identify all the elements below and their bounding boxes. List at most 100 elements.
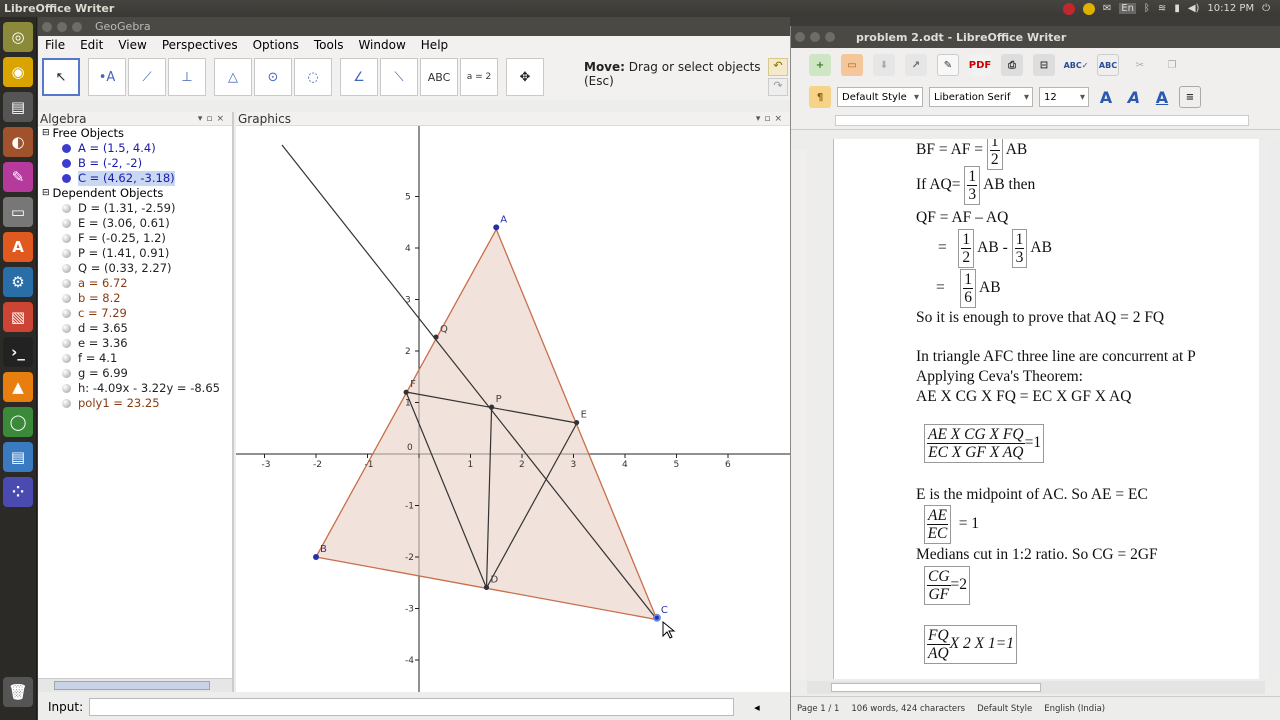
cut-icon[interactable]: ✂ [1129, 54, 1151, 76]
record-icon[interactable] [1062, 2, 1075, 15]
mail-icon[interactable]: ✉ [1103, 3, 1111, 14]
text-tool-icon[interactable]: ABC [420, 58, 458, 96]
algebra-item[interactable]: g = 6.99 [38, 366, 232, 381]
bold-icon[interactable]: A [1095, 86, 1117, 108]
bluetooth-icon[interactable]: ᛒ [1144, 3, 1150, 14]
point-tool-icon[interactable]: •A [88, 58, 126, 96]
algebra-item[interactable]: h: -4.09x - 3.22y = -8.65 [38, 381, 232, 396]
power-icon[interactable]: ⏻ [1262, 3, 1270, 14]
document-page[interactable]: BF = AF = 12 AB If AQ= 13 AB then QF = A… [833, 139, 1259, 679]
document-vscrollbar[interactable] [1268, 139, 1280, 679]
algebra-item[interactable]: f = 4.1 [38, 351, 232, 366]
status-words[interactable]: 106 words, 424 characters [851, 704, 965, 714]
wifi-icon[interactable]: ≋ [1158, 3, 1166, 14]
settings-icon[interactable]: ⚙ [3, 267, 33, 297]
dash-icon[interactable]: ◎ [3, 22, 33, 52]
algebra-item[interactable]: d = 3.65 [38, 321, 232, 336]
status-page[interactable]: Page 1 / 1 [797, 704, 839, 714]
export-icon[interactable]: ↗ [905, 54, 927, 76]
font-name-select[interactable]: Liberation Serif [929, 87, 1033, 107]
line-tool-icon[interactable]: ⟋ [128, 58, 166, 96]
files-icon[interactable]: ▤ [3, 92, 33, 122]
free-objects-node[interactable]: ⊟ Free Objects [38, 126, 232, 141]
autospell-icon[interactable]: ABC [1097, 54, 1119, 76]
slider-tool-icon[interactable]: a = 2 [460, 58, 498, 96]
workspaces-icon[interactable]: ⁘ [3, 477, 33, 507]
menu-window[interactable]: Window [351, 38, 413, 52]
dependent-objects-node[interactable]: ⊟ Dependent Objects [38, 186, 232, 201]
algebra-item[interactable]: Q = (0.33, 2.27) [38, 261, 232, 276]
menu-view[interactable]: View [111, 38, 154, 52]
algebra-item[interactable]: A = (1.5, 4.4) [38, 141, 232, 156]
maximize-icon[interactable] [825, 32, 835, 42]
reflect-tool-icon[interactable]: ⟍ [380, 58, 418, 96]
close-icon[interactable] [42, 21, 52, 32]
edit-mode-icon[interactable]: ✎ [937, 54, 959, 76]
font-size-select[interactable]: 12 [1039, 87, 1089, 107]
battery-icon[interactable]: ▮ [1174, 3, 1180, 14]
pdf-icon[interactable]: ▧ [3, 302, 33, 332]
graphics-view[interactable]: Graphics ▾▫× -3 -2 -1 0 1 2 3 4 5 6 5 4 3 2 1 -1 -2 -3 -4 … [236, 112, 790, 692]
volume-icon[interactable]: ◀) [1188, 3, 1200, 14]
algebra-item[interactable]: B = (-2, -2) [38, 156, 232, 171]
trash-icon[interactable]: 🗑 [3, 677, 33, 707]
panel-controls-icon[interactable]: ▾▫× [198, 114, 232, 124]
algebra-item[interactable]: P = (1.41, 0.91) [38, 246, 232, 261]
algebra-item[interactable]: E = (3.06, 0.61) [38, 216, 232, 231]
paragraph-style-select[interactable]: Default Style [837, 87, 923, 107]
panel-controls-icon[interactable]: ▾▫× [756, 114, 790, 124]
close-icon[interactable] [795, 32, 805, 42]
gimp-icon[interactable]: ✎ [3, 162, 33, 192]
menu-file[interactable]: File [38, 38, 73, 52]
algebra-hscrollbar[interactable] [38, 678, 232, 692]
algebra-item-selected[interactable]: C = (4.62, -3.18) [38, 171, 232, 186]
chrome-launcher-icon[interactable]: ◉ [3, 57, 33, 87]
italic-icon[interactable]: A [1123, 86, 1145, 108]
algebra-item[interactable]: poly1 = 23.25 [38, 396, 232, 411]
algebra-item[interactable]: c = 7.29 [38, 306, 232, 321]
status-language[interactable]: English (India) [1044, 704, 1105, 714]
geometry-canvas[interactable]: -3 -2 -1 0 1 2 3 4 5 6 5 4 3 2 1 -1 -2 -3 -4 A B C D E F P Q [236, 126, 790, 692]
polygon-tool-icon[interactable]: △ [214, 58, 252, 96]
copy-icon[interactable]: ❐ [1161, 54, 1183, 76]
disk-icon[interactable]: ▭ [3, 197, 33, 227]
vlc-icon[interactable]: ▲ [3, 372, 33, 402]
software-center-icon[interactable]: A [3, 232, 33, 262]
move-view-tool-icon[interactable]: ✥ [506, 58, 544, 96]
algebra-item[interactable]: a = 6.72 [38, 276, 232, 291]
chrome-icon[interactable] [1082, 2, 1095, 15]
new-document-icon[interactable]: + [809, 54, 831, 76]
menu-options[interactable]: Options [246, 38, 307, 52]
algebra-item[interactable]: e = 3.36 [38, 336, 232, 351]
perpendicular-tool-icon[interactable]: ⊥ [168, 58, 206, 96]
angle-tool-icon[interactable]: ∠ [340, 58, 378, 96]
document-hscrollbar[interactable] [807, 681, 1265, 694]
algebra-item[interactable]: b = 8.2 [38, 291, 232, 306]
menu-edit[interactable]: Edit [73, 38, 111, 52]
export-pdf-icon[interactable]: PDF [969, 54, 991, 76]
input-field[interactable] [89, 698, 735, 716]
geogebra-launcher-icon[interactable]: ◯ [3, 407, 33, 437]
undo-icon[interactable]: ↶ [768, 58, 788, 76]
align-left-icon[interactable]: ≡ [1179, 86, 1201, 108]
conic-tool-icon[interactable]: ◌ [294, 58, 332, 96]
maximize-icon[interactable] [72, 21, 82, 32]
print-icon[interactable]: ⎙ [1001, 54, 1023, 76]
circle-tool-icon[interactable]: ⊙ [254, 58, 292, 96]
underline-icon[interactable]: A [1151, 86, 1173, 108]
writer-launcher-icon[interactable]: ▤ [3, 442, 33, 472]
algebra-item[interactable]: D = (1.31, -2.59) [38, 201, 232, 216]
move-tool-icon[interactable]: ↖ [42, 58, 80, 96]
firefox-icon[interactable]: ◐ [3, 127, 33, 157]
clock[interactable]: 10:12 PM [1207, 3, 1254, 14]
redo-icon[interactable]: ↷ [768, 78, 788, 96]
styles-icon[interactable]: ¶ [809, 86, 831, 108]
input-help-icon[interactable]: ◂ [754, 701, 760, 714]
minimize-icon[interactable] [810, 32, 820, 42]
spellcheck-icon[interactable]: ABC✓ [1064, 54, 1089, 76]
keyboard-lang[interactable]: En [1119, 3, 1136, 14]
minimize-icon[interactable] [57, 21, 67, 32]
open-icon[interactable]: ▭ [841, 54, 863, 76]
save-icon[interactable]: ⬇ [873, 54, 895, 76]
terminal-icon[interactable]: ›_ [3, 337, 33, 367]
